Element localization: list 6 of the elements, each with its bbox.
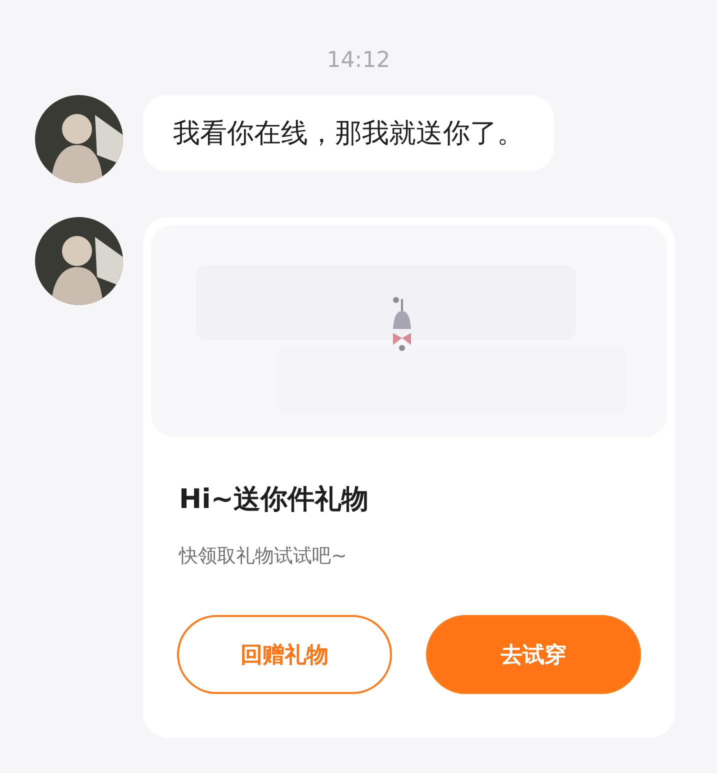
- gift-title: Hi~送你件礼物: [179, 483, 368, 517]
- try-on-button[interactable]: 去试穿: [426, 615, 641, 694]
- message-bubble: 我看你在线，那我就送你了。: [143, 95, 554, 171]
- timestamp: 14:12: [326, 48, 390, 73]
- gift-subtitle: 快领取礼物试试吧~: [179, 544, 347, 569]
- return-gift-button[interactable]: 回赠礼物: [177, 615, 392, 694]
